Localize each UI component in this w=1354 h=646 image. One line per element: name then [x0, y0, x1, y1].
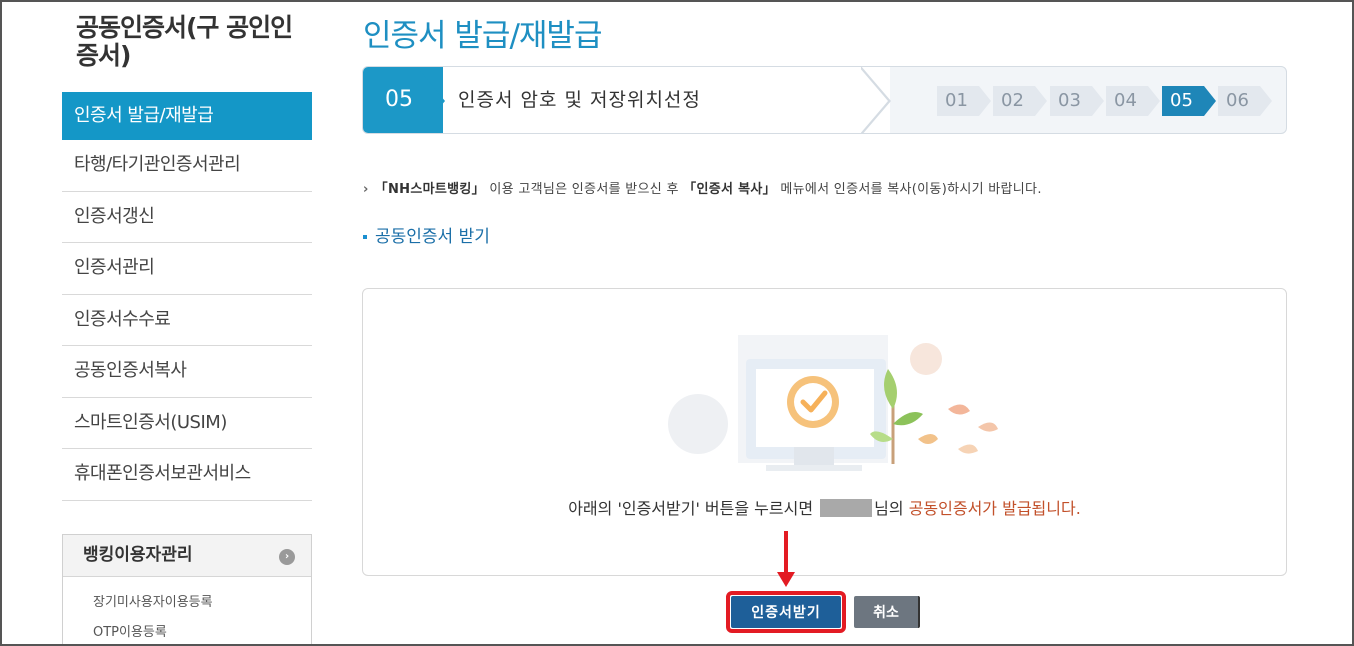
chevron-right-icon[interactable]: › [279, 549, 295, 565]
step-chip: 03 [1050, 86, 1104, 116]
banking-user-item[interactable]: OTP이용등록 [93, 621, 311, 646]
section-title-text: 공동인증서 받기 [375, 227, 490, 247]
banking-user-item[interactable]: 장기미사용자이용등록 [93, 591, 311, 621]
message-highlight: 공동인증서가 발급됩니다. [908, 499, 1081, 518]
masked-username [820, 499, 873, 517]
banking-user-list: 장기미사용자이용등록 OTP이용등록 [63, 577, 311, 646]
notice-text: › 「NH스마트뱅킹」 이용 고객님은 인증서를 받으신 후 「인증서 복사」 메… [363, 178, 1042, 197]
banking-user-header[interactable]: 뱅킹이용자관리 › [63, 535, 311, 577]
sidebar-item-cert-manage[interactable]: 인증서관리 [62, 243, 312, 295]
chevron-right-icon: › [363, 182, 369, 197]
notice-app-name: 「NH스마트뱅킹」 [374, 182, 485, 197]
step-chip: 02 [993, 86, 1047, 116]
step-chip: 04 [1106, 86, 1160, 116]
sidebar-item-smart-cert[interactable]: 스마트인증서(USIM) [62, 398, 312, 449]
sidebar-item-cert-fee[interactable]: 인증서수수료 [62, 295, 312, 346]
sidebar-item-other-bank-cert[interactable]: 타행/타기관인증서관리 [62, 140, 312, 192]
message-part: 아래의 '인증서받기' 버튼을 누르시면 [568, 499, 819, 518]
section-title: 공동인증서 받기 [363, 222, 490, 247]
notice-part: 메뉴에서 인증서를 복사(이동)하시기 바랍니다. [775, 182, 1042, 197]
step-chip: 06 [1218, 86, 1272, 116]
notice-menu-name: 「인증서 복사」 [683, 182, 776, 197]
sidebar-item-phone-cert[interactable]: 휴대폰인증서보관서비스 [62, 449, 312, 501]
page-title: 인증서 발급/재발급 [363, 18, 602, 54]
banking-user-box: 뱅킹이용자관리 › 장기미사용자이용등록 OTP이용등록 [62, 534, 312, 646]
annotation-arrow-head [777, 572, 795, 587]
cert-content-box: 아래의 '인증서받기' 버튼을 누르시면 님의 공동인증서가 발급됩니다. [362, 288, 1287, 576]
sidebar-item-cert-copy[interactable]: 공동인증서복사 [62, 346, 312, 398]
step-chip: 01 [937, 86, 991, 116]
step-chip-active: 05 [1162, 86, 1216, 116]
sidebar-item-cert-issue[interactable]: 인증서 발급/재발급 [62, 92, 312, 140]
step-progress-bar: 05 인증서 암호 및 저장위치선정 01 02 03 04 05 06 [362, 66, 1287, 134]
cancel-button[interactable]: 취소 [854, 596, 920, 628]
banking-user-title: 뱅킹이용자관리 [83, 545, 193, 565]
sidebar-menu: 인증서 발급/재발급 타행/타기관인증서관리 인증서갱신 인증서관리 인증서수수… [62, 92, 312, 501]
current-step-label: 인증서 암호 및 저장위치선정 [458, 89, 701, 111]
issue-message: 아래의 '인증서받기' 버튼을 누르시면 님의 공동인증서가 발급됩니다. [363, 495, 1286, 519]
sidebar-title: 공동인증서(구 공인인증서) [76, 13, 293, 70]
certificate-illustration-icon [668, 335, 998, 471]
receive-cert-button[interactable]: 인증서받기 [731, 596, 841, 628]
current-step: 05 인증서 암호 및 저장위치선정 [363, 67, 891, 133]
bullet-icon [363, 235, 367, 239]
message-part: 님의 [874, 499, 909, 518]
notice-part: 이용 고객님은 인증서를 받으신 후 [484, 182, 684, 197]
sidebar-item-cert-renew[interactable]: 인증서갱신 [62, 192, 312, 243]
